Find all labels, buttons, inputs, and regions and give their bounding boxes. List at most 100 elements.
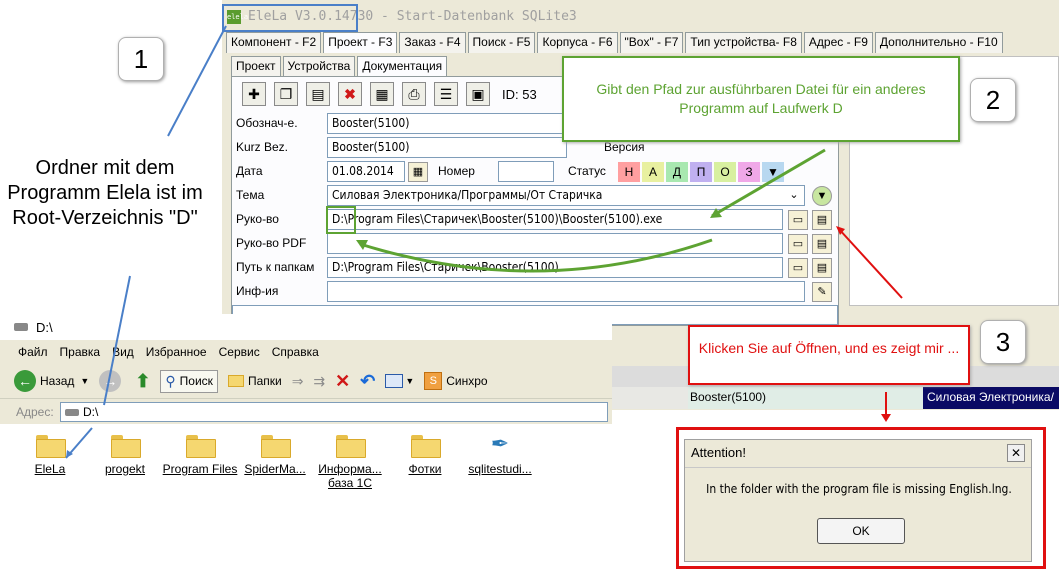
folder-fotki[interactable]: Фотки [385,432,465,476]
status-o[interactable]: О [714,162,736,182]
number-label: Номер [438,164,475,178]
open-path-icon[interactable]: ▤ [812,258,832,278]
manual-pdf-field[interactable] [327,233,783,254]
menu-edit[interactable]: Правка [60,345,101,359]
menu-view[interactable]: Вид [112,345,134,359]
folder-spiderma[interactable]: SpiderMa... [235,432,315,476]
folder-progekt[interactable]: progekt [85,432,165,476]
annotation-note-1: Ordner mit dem Programm Elela ist im Roo… [7,157,203,229]
delete-button[interactable]: ✕ [335,371,350,392]
status-d[interactable]: Д [666,162,688,182]
search-button[interactable]: ⚲ Поиск [160,369,218,393]
address-field[interactable]: D:\ [60,402,608,422]
new-icon[interactable]: ✚ [242,82,266,106]
record-id: ID: 53 [502,86,537,102]
open-file-icon[interactable]: ▤ [812,210,832,230]
folder-icon [186,432,216,458]
folder-icon [36,432,66,458]
main-tabs: Компонент - F2 Проект - F3 Заказ - F4 По… [226,32,1005,53]
folder-path-field[interactable]: D:\Program Files\Старичек\Booster(5100) [327,257,783,278]
edit-icon[interactable]: ✎ [812,282,832,302]
tab-component[interactable]: Компонент - F2 [226,32,322,53]
designation-field[interactable]: Booster(5100) [327,113,567,134]
explorer-window: D:\ Файл Правка Вид Избранное Сервис Спр… [0,314,612,583]
tab-order[interactable]: Заказ - F4 [399,32,466,53]
folder-path-label: Путь к папкам [236,260,315,274]
topic-filter-icon[interactable]: ▼ [812,186,832,206]
filter-icon[interactable]: ▼ [762,162,784,182]
grid-cell-name: Booster(5100) [688,387,923,409]
subtab-devices[interactable]: Устройства [282,56,356,77]
chevron-down-icon: ▼ [80,376,90,386]
menu-tools[interactable]: Сервис [219,345,260,359]
sync-button[interactable]: S Синхро [424,372,488,390]
annotation-callout-3: Klicken Sie auf Öffnen, und es zeigt mir… [688,325,970,385]
paste-icon[interactable]: ▤ [306,82,330,106]
info-field[interactable] [327,281,805,302]
menu-help[interactable]: Справка [272,345,319,359]
folder-icon [411,432,441,458]
clipboard-icon[interactable]: ▦ [370,82,394,106]
short-name-field[interactable]: Booster(5100) [327,137,567,158]
menu-favorites[interactable]: Избранное [146,345,207,359]
row-info: Инф-ия ✎ [232,281,840,303]
explorer-menu: Файл Правка Вид Избранное Сервис Справка [0,340,612,364]
tab-address[interactable]: Адрес - F9 [803,32,873,53]
up-folder-button[interactable]: ⬆ [135,371,150,392]
copy-icon: ⇉ [313,372,326,389]
copy-button[interactable]: ⇉ [313,373,325,390]
tab-project[interactable]: Проект - F3 [323,32,398,53]
file-sqlitestudio[interactable]: ✒ sqlitestudi... [460,432,540,477]
number-field[interactable] [498,161,554,182]
sync-icon: S [424,372,443,390]
topic-select[interactable]: Силовая Электроника/Программы/От Старичк… [327,185,805,206]
back-button[interactable]: ← Назад ▼ [14,370,89,392]
status-z[interactable]: З [738,162,760,182]
row-manual-pdf: Руко-во PDF ▭ ▤ [232,233,840,255]
folder-program-files[interactable]: Program Files [160,432,240,476]
browse-folder-icon[interactable]: ▭ [788,210,808,230]
menu-file[interactable]: Файл [18,345,48,359]
tab-cases[interactable]: Корпуса - F6 [537,32,618,53]
forward-button[interactable]: → [99,370,125,392]
dialog-message: In the folder with the program file is m… [706,482,1012,496]
ok-button[interactable]: OK [817,518,905,544]
status-n[interactable]: Н [618,162,640,182]
search-icon: ⚲ [165,372,176,389]
close-icon: ✕ [335,370,351,391]
move-icon: ⇒ [291,372,304,389]
browse-pdf-icon[interactable]: ▭ [788,234,808,254]
delete-icon[interactable]: ✖ [338,82,362,106]
folder-elela[interactable]: EleLa [10,432,90,476]
open-pdf-icon[interactable]: ▤ [812,234,832,254]
list-icon[interactable]: ☰ [434,82,458,106]
tab-search[interactable]: Поиск - F5 [467,32,536,53]
subtab-documentation[interactable]: Документация [357,56,448,77]
up-arrow-icon: ⬆ [135,370,151,391]
date-label: Дата [236,164,263,178]
date-field[interactable]: 01.08.2014 [327,161,405,182]
tab-box[interactable]: "Box" - F7 [619,32,684,53]
status-p[interactable]: П [690,162,712,182]
move-button[interactable]: ⇒ [292,373,304,390]
box-icon[interactable]: ▣ [466,82,490,106]
status-a[interactable]: А [642,162,664,182]
undo-button[interactable]: ↶ [360,371,375,392]
browse-path-icon[interactable]: ▭ [788,258,808,278]
undo-icon: ↶ [360,370,376,391]
step-badge-2: 2 [970,78,1016,122]
row-topic: Тема Силовая Электроника/Программы/От Ст… [232,185,840,207]
tab-additional[interactable]: Дополнительно - F10 [874,32,1003,53]
folders-button[interactable]: Папки [227,374,282,388]
grid-view-icon [385,374,404,388]
subtab-project[interactable]: Проект [231,56,281,77]
chevron-down-icon[interactable]: ⌄ [786,186,802,206]
views-button[interactable]: ▼ [385,374,414,388]
close-icon[interactable]: ✕ [1007,444,1025,462]
copy-icon[interactable]: ❐ [274,82,298,106]
tab-device-type[interactable]: Тип устройства- F8 [685,32,802,53]
manual-path-field[interactable]: D:\Program Files\Старичек\Booster(5100)\… [327,209,783,230]
calendar-icon[interactable]: ▦ [408,162,428,182]
folder-informa-baza[interactable]: Информа... база 1С [310,432,390,490]
print-icon[interactable]: ⎙ [402,82,426,106]
